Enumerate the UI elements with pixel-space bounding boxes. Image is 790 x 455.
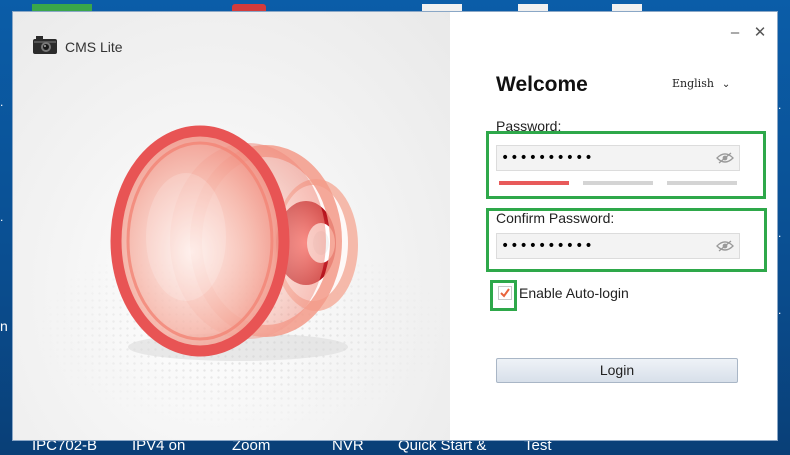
brand-pane: CMS Lite — [13, 12, 453, 440]
auto-login-label[interactable]: Enable Auto-login — [519, 285, 629, 301]
desktop-edge-dot-4: . — [778, 226, 782, 240]
password-highlight-box — [486, 131, 766, 199]
red-lens-artwork — [110, 125, 358, 361]
login-pane: – ✕ Welcome English⌄ Password: Confirm P… — [450, 12, 777, 440]
auto-login-highlight-box — [490, 280, 517, 311]
minimize-button[interactable]: – — [726, 24, 744, 42]
confirm-password-highlight-box — [486, 208, 767, 272]
language-value: English — [672, 77, 714, 90]
login-button[interactable]: Login — [496, 358, 738, 383]
app-title: CMS Lite — [65, 39, 123, 55]
desktop-edge-dot-1: . — [0, 95, 4, 109]
camera-icon — [33, 36, 57, 54]
language-select[interactable]: English ⌄ — [672, 77, 730, 90]
cms-lite-login-window: CMS Lite – ✕ Welcome English ⌄ Password:… — [12, 11, 778, 441]
desktop-edge-dot-3: . — [778, 98, 782, 112]
desktop-edge-dot-2: . — [0, 210, 4, 224]
close-button[interactable]: ✕ — [751, 24, 769, 42]
desktop-edge-dot-5: . — [778, 303, 782, 317]
chevron-down-icon: ⌄ — [721, 79, 731, 90]
desktop-edge-letter: n — [0, 318, 8, 334]
welcome-heading: Welcome — [496, 73, 588, 96]
